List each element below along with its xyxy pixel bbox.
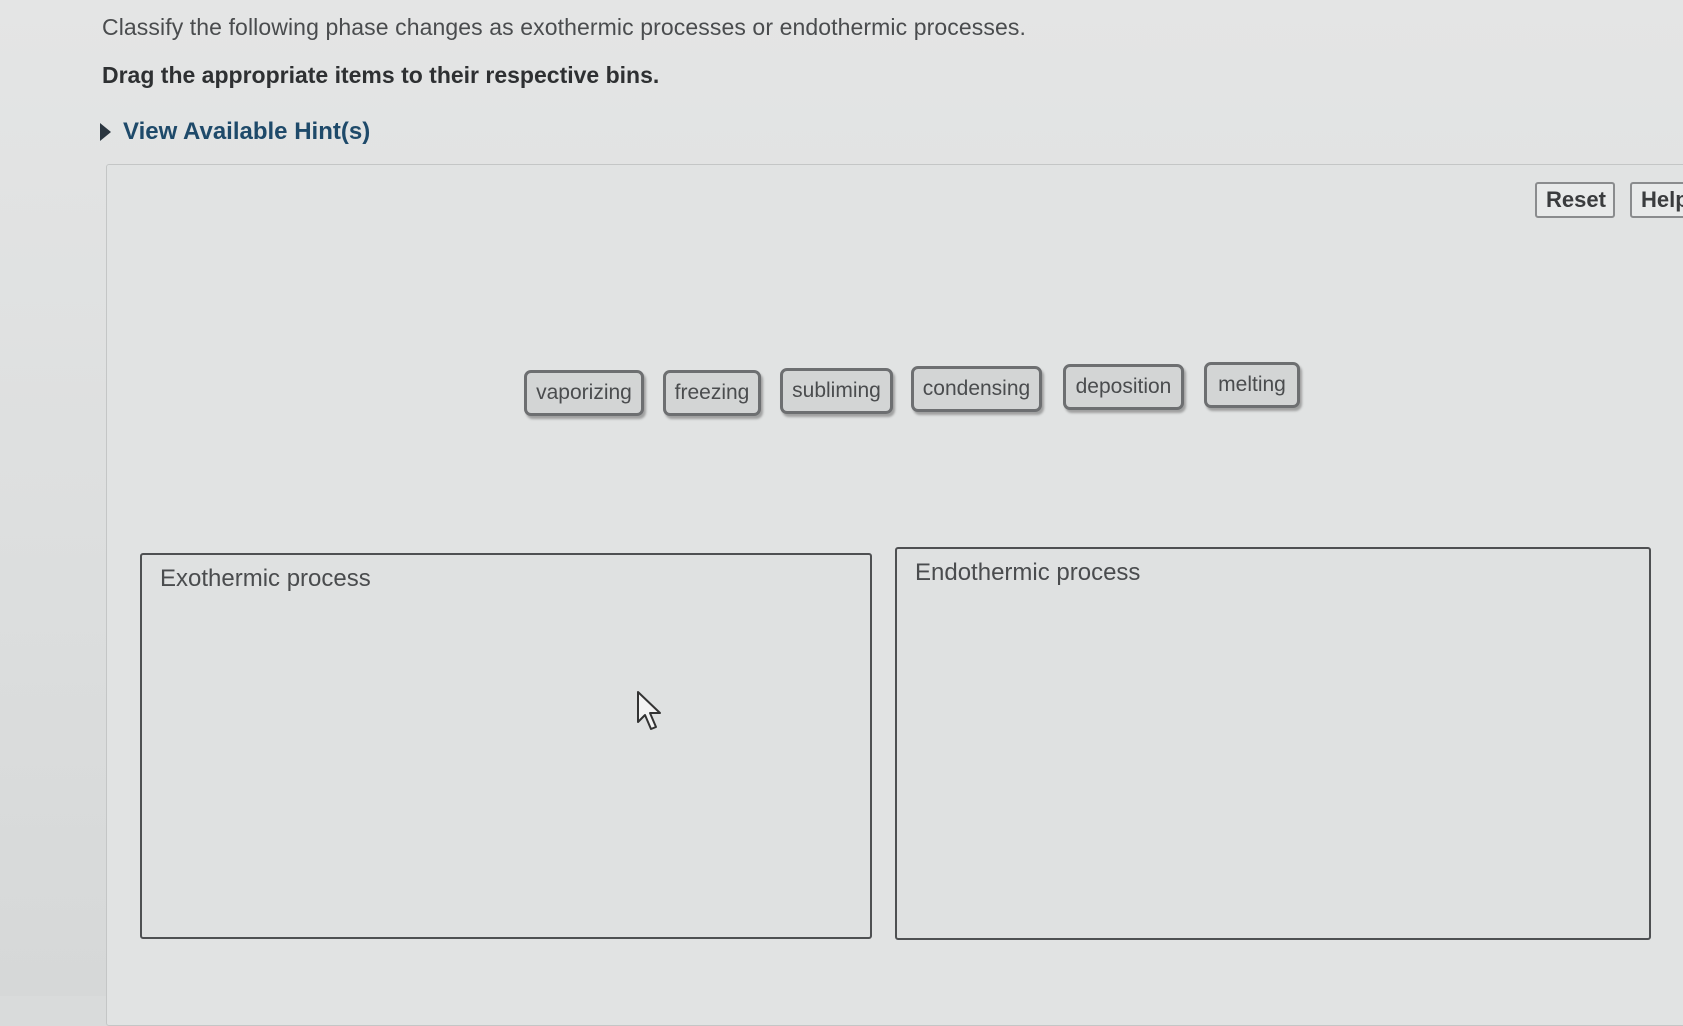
item-chip-condensing[interactable]: condensing bbox=[911, 366, 1042, 412]
question-instruction: Classify the following phase changes as … bbox=[102, 14, 1026, 40]
reset-button[interactable]: Reset bbox=[1535, 182, 1615, 218]
mouse-pointer-icon bbox=[637, 691, 661, 730]
help-button[interactable]: Help bbox=[1630, 182, 1683, 218]
item-chip-deposition[interactable]: deposition bbox=[1063, 364, 1184, 410]
page: Classify the following phase changes as … bbox=[0, 0, 1683, 1026]
item-chip-vaporizing[interactable]: vaporizing bbox=[524, 370, 644, 416]
view-hints-toggle[interactable]: View Available Hint(s) bbox=[100, 118, 370, 146]
item-chip-melting[interactable]: melting bbox=[1204, 362, 1300, 408]
item-chip-subliming[interactable]: subliming bbox=[780, 368, 893, 414]
view-hints-label: View Available Hint(s) bbox=[123, 118, 371, 145]
drag-instruction: Drag the appropriate items to their resp… bbox=[102, 62, 660, 88]
item-chip-freezing[interactable]: freezing bbox=[663, 370, 761, 416]
exothermic-bin[interactable]: Exothermic process bbox=[140, 553, 872, 939]
endothermic-bin[interactable]: Endothermic process bbox=[895, 547, 1651, 940]
endothermic-bin-title: Endothermic process bbox=[915, 559, 1141, 586]
exothermic-bin-title: Exothermic process bbox=[160, 565, 371, 592]
triangle-right-icon bbox=[100, 123, 111, 141]
